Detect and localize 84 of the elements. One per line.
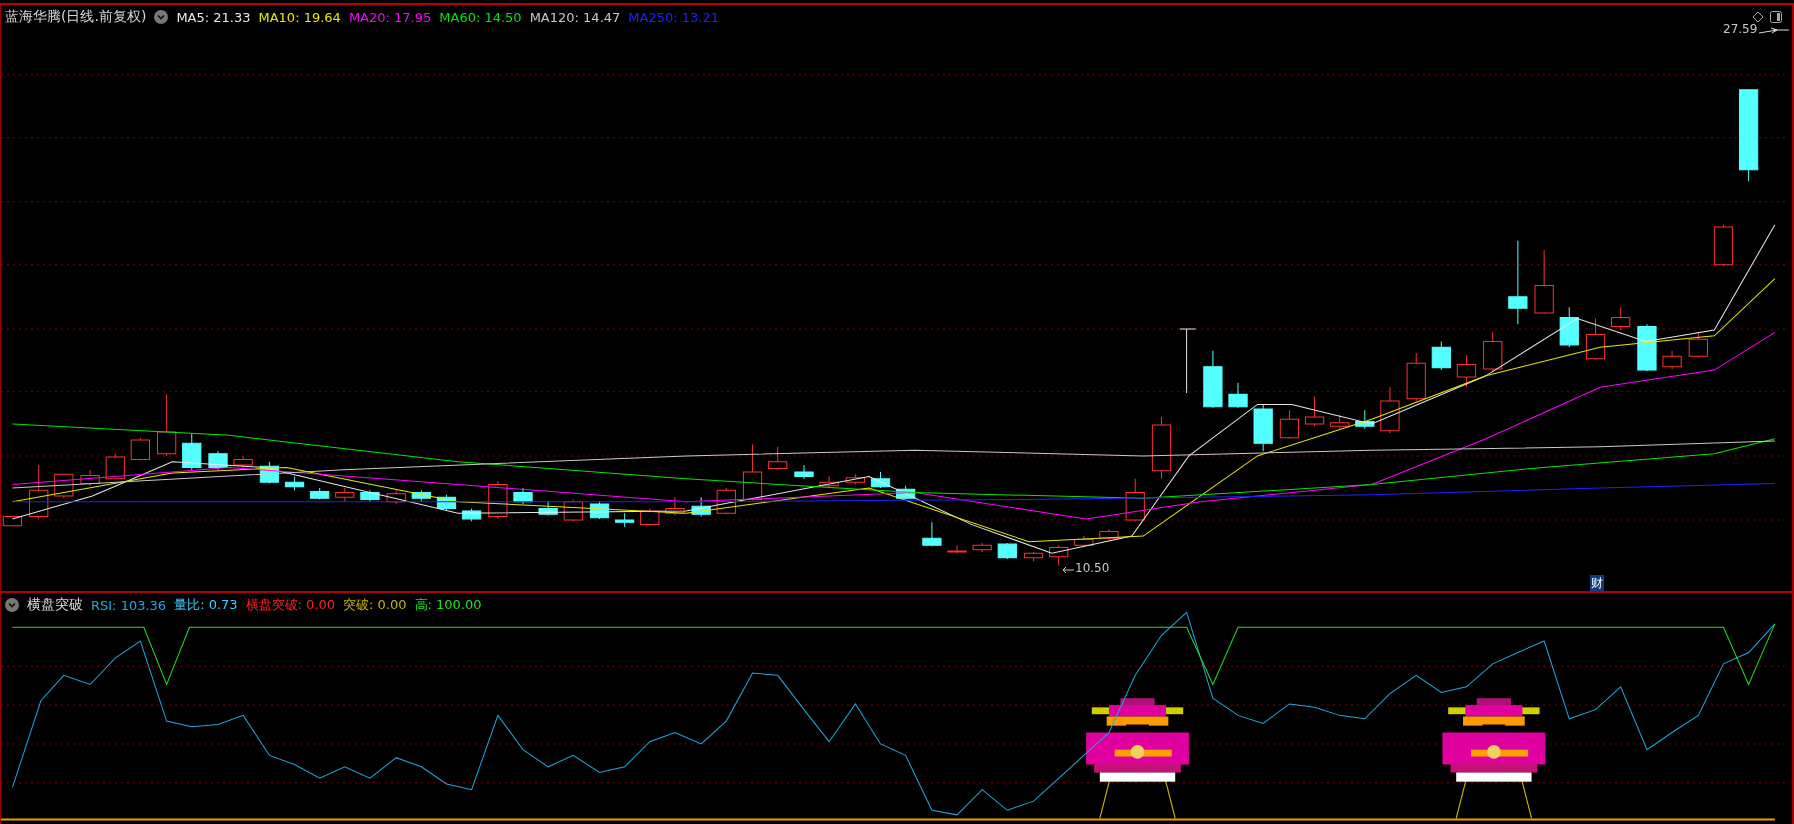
- collapse-icon[interactable]: [5, 598, 19, 612]
- candlestick: [742, 444, 763, 502]
- candlestick: [360, 489, 380, 503]
- candlestick: [1279, 409, 1300, 440]
- panel-toggle-icon[interactable]: [1770, 11, 1782, 23]
- low-price-label: 10.50: [1075, 561, 1110, 575]
- candlestick: [819, 476, 839, 489]
- candlestick: [1304, 395, 1325, 427]
- candlestick: [1483, 331, 1503, 372]
- candlestick: [80, 469, 100, 487]
- candlestick: [768, 446, 788, 471]
- candlestick: [1074, 535, 1094, 548]
- candlestick: [310, 487, 330, 500]
- candlestick: [259, 461, 280, 484]
- candlestick: [1637, 323, 1657, 372]
- candlestick: [284, 476, 305, 491]
- candlestick: [691, 496, 711, 518]
- candlestick: [1330, 414, 1350, 429]
- candlestick: [997, 542, 1017, 560]
- candlestick: [513, 487, 533, 505]
- candlestick: [896, 485, 916, 500]
- candlestick: [1559, 306, 1579, 348]
- candlestick: [1099, 528, 1119, 542]
- indicator-title: 横盘突破: [27, 596, 83, 614]
- candlestick: [386, 489, 406, 505]
- candlestick: [461, 508, 482, 522]
- indicator-reading: 突破: 0.00: [343, 596, 407, 614]
- stock-title: 蓝海华腾(日线.前复权): [5, 8, 147, 26]
- indicator-reading: 横盘突破: 0.00: [245, 596, 336, 614]
- candlestick: [1662, 350, 1682, 370]
- candlestick: [947, 544, 967, 554]
- candlestick: [1380, 386, 1400, 434]
- candlestick: [1456, 354, 1477, 388]
- moving-average-reading: MA10: 19.64: [258, 9, 341, 25]
- candlestick: [29, 464, 49, 520]
- candlestick: [1585, 318, 1606, 361]
- indicator-reading: 量比: 0.73: [174, 596, 238, 614]
- pointer-arrow-icon: [1062, 566, 1074, 574]
- candlestick: [1151, 416, 1172, 480]
- candlestick: [208, 450, 228, 471]
- candlestick: [794, 464, 814, 480]
- candlestick: [538, 501, 558, 516]
- candlestick: [589, 501, 610, 520]
- candlestick: [335, 487, 355, 503]
- candlestick: [1431, 341, 1451, 371]
- candlestick: [411, 489, 431, 503]
- candlestick: [436, 494, 457, 512]
- finance-badge[interactable]: 财: [1590, 575, 1604, 592]
- candlestick: [1534, 249, 1554, 315]
- candlestick: [157, 393, 177, 457]
- candlestick: [1406, 352, 1426, 402]
- candlestick: [233, 455, 253, 468]
- candlestick: [1253, 403, 1273, 452]
- moving-average-reading: MA5: 21.33: [176, 9, 251, 25]
- candlestick: [1023, 551, 1044, 562]
- candlestick: [130, 437, 150, 461]
- candlestick: [105, 453, 125, 480]
- candlestick: [182, 432, 202, 471]
- moving-average-reading: MA250: 13.21: [628, 9, 719, 25]
- candlestick: [665, 496, 685, 516]
- candlestick: [615, 512, 635, 528]
- candlestick: [1713, 224, 1734, 267]
- candlestick: [1611, 306, 1631, 331]
- high-price-label: 27.59: [1723, 22, 1758, 36]
- candlestick: [1688, 331, 1708, 358]
- candlestick: [972, 542, 992, 553]
- indicator-reading: RSI: 103.36: [91, 597, 167, 613]
- price-marker-line: [1179, 328, 1197, 394]
- candlestick: [1203, 350, 1223, 409]
- diamond-icon[interactable]: [1752, 11, 1764, 23]
- moving-average-reading: MA120: 14.47: [529, 9, 621, 25]
- candlestick: [640, 508, 660, 527]
- candlestick: [1049, 544, 1069, 567]
- candlestick: [922, 521, 942, 547]
- moving-average-reading: MA60: 14.50: [439, 9, 522, 25]
- candlestick: [845, 473, 865, 486]
- moving-average-reading: MA20: 17.95: [348, 9, 432, 25]
- candlestick: [1355, 409, 1375, 429]
- candlestick: [1228, 382, 1248, 409]
- candlestick: [870, 471, 891, 489]
- pointer-arrow-icon: [1759, 27, 1789, 35]
- indicator-reading: 高: 100.00: [414, 596, 482, 614]
- candlestick: [1125, 478, 1145, 522]
- collapse-icon[interactable]: [154, 10, 169, 24]
